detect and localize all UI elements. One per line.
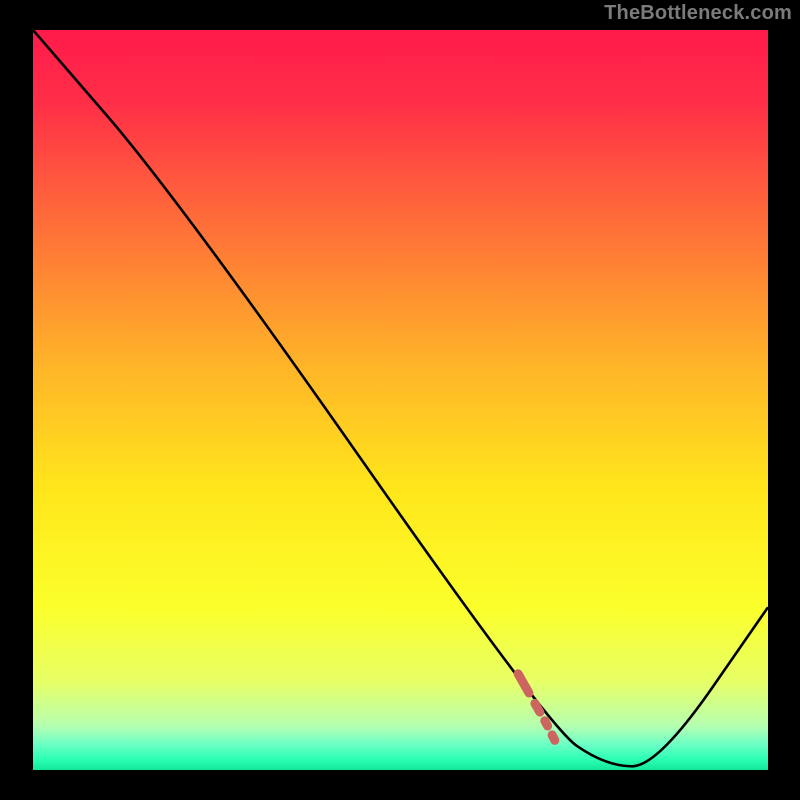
chart-frame: TheBottleneck.com (0, 0, 800, 800)
bottleneck-chart (0, 0, 800, 800)
attribution-label: TheBottleneck.com (604, 2, 792, 25)
plot-background (33, 30, 768, 770)
